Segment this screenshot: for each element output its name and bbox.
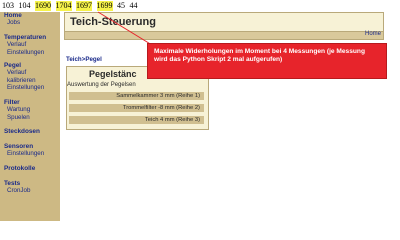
header-divider (64, 39, 384, 40)
nav-group-temperaturen: Temperaturen Verlauf Einstellungen (4, 34, 46, 56)
nav-group-home: Home Jobs (4, 12, 22, 27)
callout-text: Maximale Widerholungen im Moment bei 4 M… (154, 48, 365, 63)
level-row-sammelkammer: Sammelkammer 3 mm (Reihe 1) (69, 92, 204, 100)
value-7: 44 (129, 1, 138, 10)
nav-link-sensoren-einstellungen[interactable]: Einstellungen (4, 150, 44, 158)
annotation-callout: Maximale Widerholungen im Moment bei 4 M… (147, 43, 387, 79)
nav-group-steckdosen: Steckdosen (4, 128, 40, 135)
panel-title: Pegelstänc (89, 69, 137, 79)
nav-group-protokolle: Protokolle (4, 165, 35, 172)
nav-link-temperaturen-verlauf[interactable]: Verlauf (4, 41, 46, 49)
nav-group-sensoren: Sensoren Einstellungen (4, 143, 44, 158)
nav-link-jobs[interactable]: Jobs (4, 19, 22, 27)
nav-head-protokolle[interactable]: Protokolle (4, 165, 35, 172)
level-row-teich: Teich 4 mm (Reihe 3) (69, 116, 204, 124)
nav-group-pegel: Pegel Verlauf kalibrieren Einstellungen (4, 62, 44, 92)
nav-link-temperaturen-einstellungen[interactable]: Einstellungen (4, 49, 46, 57)
value-3-highlighted: 1704 (55, 1, 72, 11)
nav-head-home[interactable]: Home (4, 12, 22, 19)
nav-link-filter-spuelen[interactable]: Spuelen (4, 114, 30, 122)
level-row-trommelfilter: Trommelfilter -8 mm (Reihe 2) (69, 104, 204, 112)
nav-group-tests: Tests CronJob (4, 180, 30, 195)
nav-head-filter[interactable]: Filter (4, 99, 30, 106)
nav-link-pegel-einstellungen[interactable]: Einstellungen (4, 84, 44, 92)
value-4-highlighted: 1697 (76, 1, 92, 11)
nav-link-pegel-kalibrieren[interactable]: kalibrieren (4, 77, 44, 85)
measurement-values-line: 103 104 1690 1704 1697 1699 45 44 (2, 1, 140, 12)
sidebar-nav: Home Jobs Temperaturen Verlauf Einstellu… (0, 12, 60, 221)
nav-link-tests-cronjob[interactable]: CronJob (4, 187, 30, 195)
header-home-bar: Home (64, 31, 384, 39)
breadcrumb[interactable]: Teich>Pegel (66, 56, 102, 63)
value-0: 103 (2, 1, 14, 10)
value-1: 104 (18, 1, 31, 10)
nav-group-filter: Filter Wartung Spuelen (4, 99, 30, 121)
nav-head-sensoren[interactable]: Sensoren (4, 143, 44, 150)
nav-head-tests[interactable]: Tests (4, 180, 30, 187)
page-title: Teich-Steuerung (70, 16, 156, 28)
nav-head-temperaturen[interactable]: Temperaturen (4, 34, 46, 41)
nav-link-filter-wartung[interactable]: Wartung (4, 106, 30, 114)
home-link[interactable]: Home (365, 31, 381, 37)
value-6: 45 (117, 1, 125, 10)
nav-head-steckdosen[interactable]: Steckdosen (4, 128, 40, 135)
nav-link-pegel-verlauf[interactable]: Verlauf (4, 69, 44, 77)
nav-head-pegel[interactable]: Pegel (4, 62, 44, 69)
panel-subtitle: Auswertung der Pegelsen (67, 82, 136, 88)
value-5-highlighted: 1699 (96, 1, 113, 11)
header-title-box: Teich-Steuerung (64, 12, 384, 32)
value-2-highlighted: 1690 (35, 1, 51, 11)
